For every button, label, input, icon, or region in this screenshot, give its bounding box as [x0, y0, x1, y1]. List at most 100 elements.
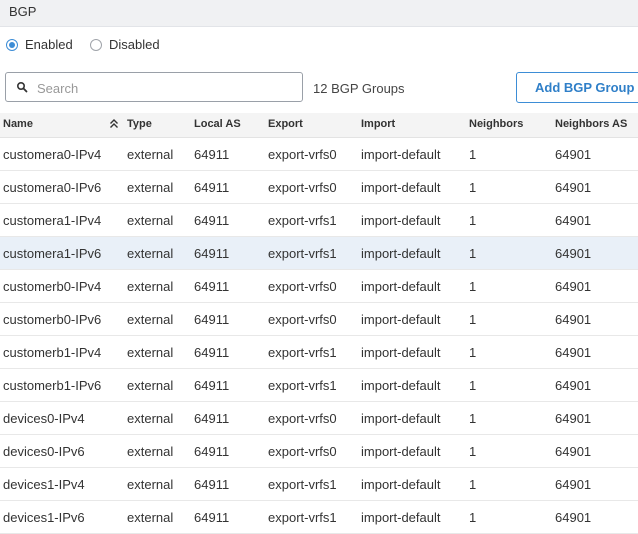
cell-export: export-vrfs1: [268, 246, 337, 261]
column-header-neighbors[interactable]: Neighbors: [469, 118, 523, 130]
cell-type: external: [127, 279, 174, 294]
bgp-groups-table: Name Type Local AS Export Import Neighbo…: [0, 113, 638, 534]
cell-neighbors: 1: [469, 213, 477, 228]
cell-local-as: 64911: [194, 378, 230, 393]
cell-neighbors: 1: [469, 411, 477, 426]
cell-neighbors-as: 64901: [555, 345, 592, 360]
cell-name: customerb1-IPv6: [3, 378, 102, 393]
group-count: 12 BGP Groups: [313, 81, 405, 96]
cell-import: import-default: [361, 411, 441, 426]
cell-local-as: 64911: [194, 246, 230, 261]
cell-import: import-default: [361, 312, 441, 327]
disabled-radio-circle[interactable]: [90, 38, 102, 51]
cell-type: external: [127, 378, 174, 393]
column-header-export[interactable]: Export: [268, 118, 303, 130]
cell-name: devices0-IPv4: [3, 411, 85, 426]
enabled-radio-label[interactable]: Enabled: [25, 37, 73, 52]
cell-type: external: [127, 180, 174, 195]
cell-name: customera1-IPv4: [3, 213, 102, 228]
cell-local-as: 64911: [194, 477, 230, 492]
cell-local-as: 64911: [194, 180, 230, 195]
cell-neighbors-as: 64901: [555, 312, 592, 327]
cell-import: import-default: [361, 444, 441, 459]
cell-neighbors-as: 64901: [555, 147, 592, 162]
cell-name: devices1-IPv6: [3, 510, 85, 525]
disabled-radio-label[interactable]: Disabled: [109, 37, 160, 52]
cell-neighbors: 1: [469, 246, 477, 261]
cell-neighbors: 1: [469, 477, 477, 492]
cell-local-as: 64911: [194, 213, 230, 228]
table-row[interactable]: devices1-IPv4 external 64911 export-vrfs1 im…: [0, 468, 638, 501]
table-row[interactable]: customerb0-IPv4 external 64911 export-vrfs0…: [0, 270, 638, 303]
cell-type: external: [127, 147, 174, 162]
table-row[interactable]: customerb1-IPv6 external 64911 export-vrfs1…: [0, 369, 638, 402]
cell-export: export-vrfs0: [268, 180, 337, 195]
cell-neighbors-as: 64901: [555, 510, 592, 525]
cell-type: external: [127, 213, 174, 228]
cell-type: external: [127, 444, 174, 459]
cell-export: export-vrfs0: [268, 147, 337, 162]
enabled-radio[interactable]: Enabled: [6, 37, 73, 52]
cell-local-as: 64911: [194, 147, 230, 162]
table-row[interactable]: customera0-IPv6 external 64911 export-vrfs0…: [0, 171, 638, 204]
cell-neighbors-as: 64901: [555, 246, 592, 261]
cell-type: external: [127, 510, 174, 525]
cell-name: customerb0-IPv6: [3, 312, 102, 327]
cell-name: devices1-IPv4: [3, 477, 85, 492]
cell-neighbors-as: 64901: [555, 213, 592, 228]
cell-export: export-vrfs1: [268, 345, 337, 360]
table-header: Name Type Local AS Export Import Neighbo…: [0, 113, 638, 138]
cell-local-as: 64911: [194, 345, 230, 360]
cell-import: import-default: [361, 213, 441, 228]
cell-type: external: [127, 246, 174, 261]
column-header-local-as[interactable]: Local AS: [194, 118, 241, 130]
cell-name: customera1-IPv6: [3, 246, 102, 261]
cell-export: export-vrfs1: [268, 213, 337, 228]
add-bgp-group-button[interactable]: Add BGP Group: [516, 72, 638, 103]
table-row[interactable]: customera0-IPv4 external 64911 export-vrfs0…: [0, 138, 638, 171]
table-row[interactable]: customera1-IPv6 external 64911 export-vrfs1…: [0, 237, 638, 270]
table-row[interactable]: customerb1-IPv4 external 64911 export-vrfs1…: [0, 336, 638, 369]
table-body: customera0-IPv4 external 64911 export-vrfs0…: [0, 138, 638, 534]
cell-neighbors: 1: [469, 279, 477, 294]
cell-name: customerb0-IPv4: [3, 279, 102, 294]
column-header-name[interactable]: Name: [3, 118, 33, 130]
cell-neighbors-as: 64901: [555, 180, 592, 195]
table-row[interactable]: customerb0-IPv6 external 64911 export-vrfs0…: [0, 303, 638, 336]
cell-neighbors-as: 64901: [555, 477, 592, 492]
column-header-type[interactable]: Type: [127, 118, 152, 130]
cell-neighbors-as: 64901: [555, 411, 592, 426]
cell-export: export-vrfs0: [268, 279, 337, 294]
column-header-neighbors-as[interactable]: Neighbors AS: [555, 118, 627, 130]
cell-local-as: 64911: [194, 312, 230, 327]
table-row[interactable]: devices0-IPv4 external 64911 export-vrfs0 im…: [0, 402, 638, 435]
cell-import: import-default: [361, 147, 441, 162]
cell-local-as: 64911: [194, 444, 230, 459]
table-row[interactable]: devices0-IPv6 external 64911 export-vrfs0 im…: [0, 435, 638, 468]
cell-local-as: 64911: [194, 279, 230, 294]
table-row[interactable]: customera1-IPv4 external 64911 export-vrfs1…: [0, 204, 638, 237]
enabled-radio-circle[interactable]: [6, 38, 18, 51]
cell-import: import-default: [361, 378, 441, 393]
cell-import: import-default: [361, 279, 441, 294]
cell-export: export-vrfs0: [268, 312, 337, 327]
search-input[interactable]: [37, 79, 287, 97]
cell-neighbors: 1: [469, 444, 477, 459]
cell-local-as: 64911: [194, 411, 230, 426]
cell-type: external: [127, 312, 174, 327]
table-row[interactable]: devices1-IPv6 external 64911 export-vrfs1 im…: [0, 501, 638, 534]
cell-import: import-default: [361, 345, 441, 360]
page-header: BGP: [0, 0, 638, 27]
cell-type: external: [127, 411, 174, 426]
cell-import: import-default: [361, 510, 441, 525]
sort-ascending-icon[interactable]: [109, 118, 119, 130]
cell-neighbors: 1: [469, 147, 477, 162]
search-box[interactable]: [5, 72, 303, 102]
cell-export: export-vrfs0: [268, 411, 337, 426]
cell-export: export-vrfs1: [268, 510, 337, 525]
disabled-radio[interactable]: Disabled: [90, 37, 160, 52]
cell-export: export-vrfs1: [268, 477, 337, 492]
cell-name: devices0-IPv6: [3, 444, 85, 459]
column-header-import[interactable]: Import: [361, 118, 395, 130]
search-icon: [16, 81, 28, 93]
